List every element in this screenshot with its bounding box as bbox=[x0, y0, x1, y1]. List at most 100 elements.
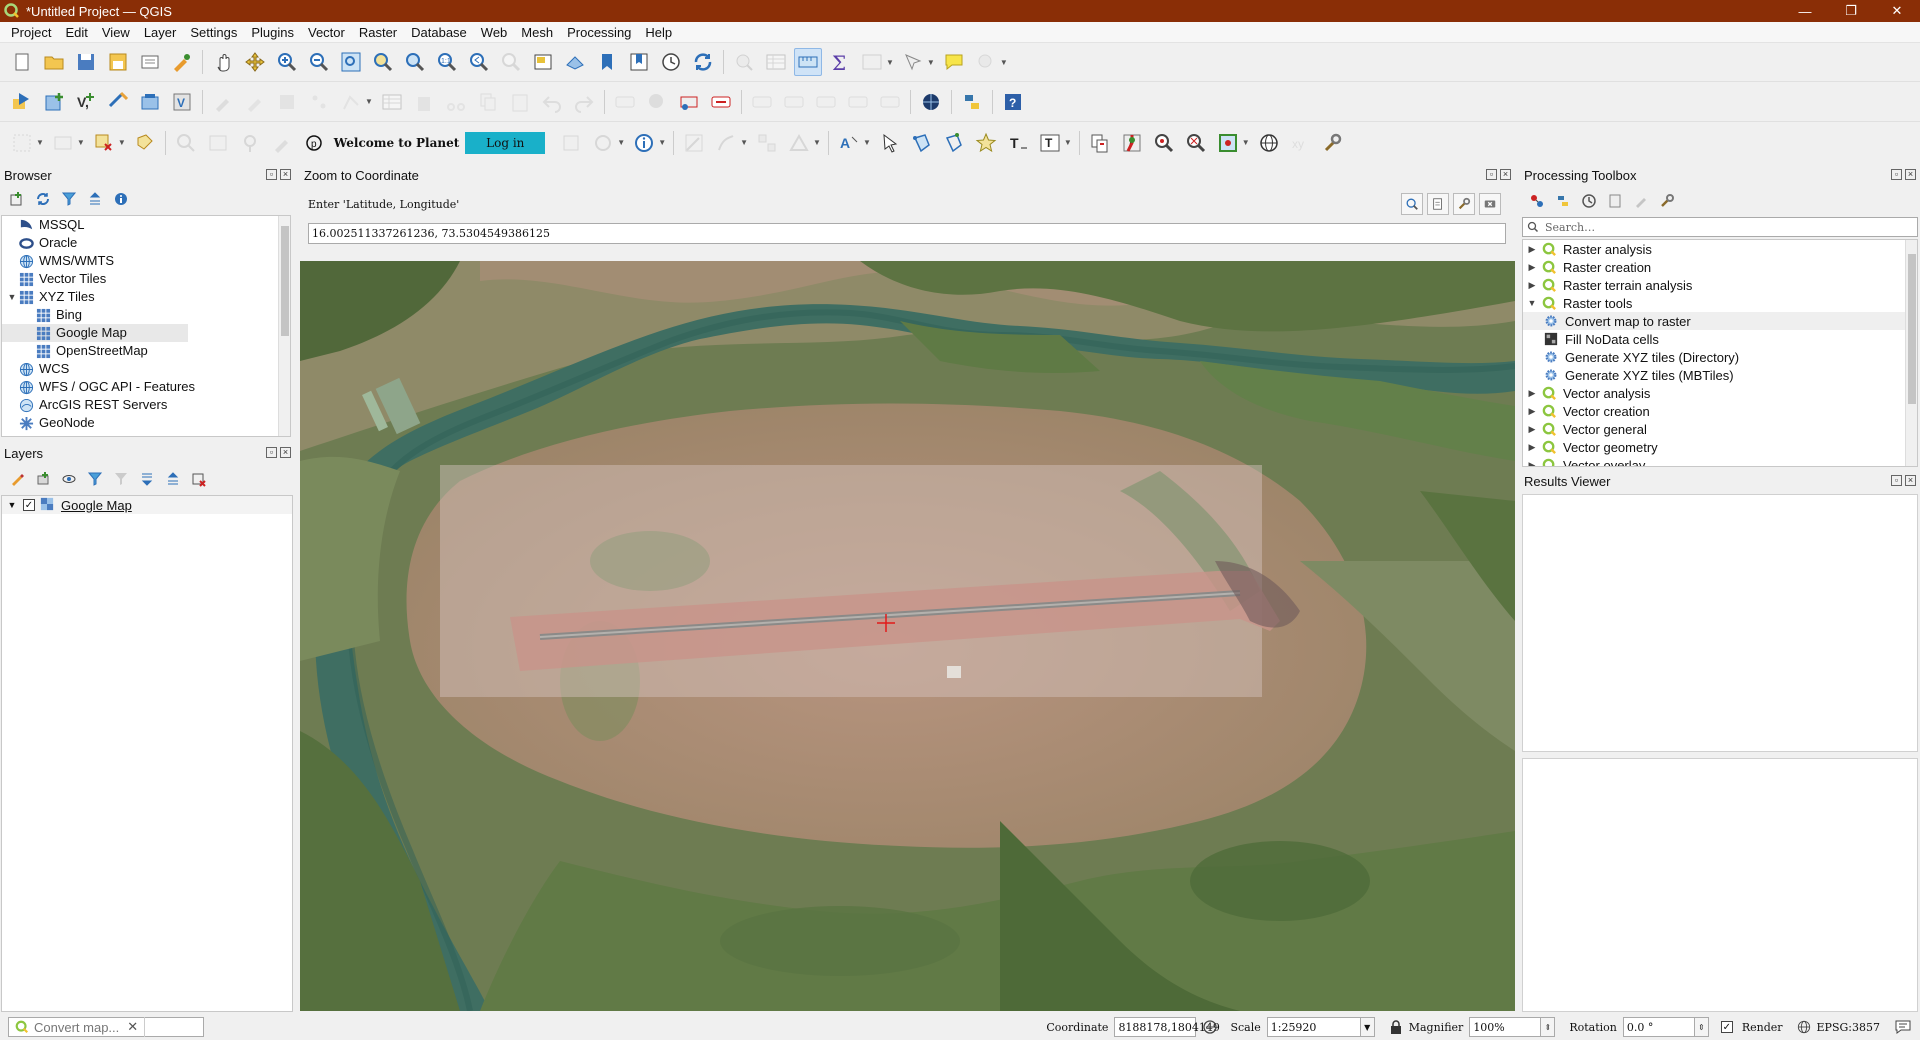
toggle-extents-icon[interactable] bbox=[1202, 1019, 1218, 1035]
magnifier-field[interactable]: 100% bbox=[1469, 1017, 1542, 1037]
toolbox-group-vector-overlay[interactable]: ▶ Vector overlay bbox=[1523, 456, 1917, 467]
toolbox-scrollbar[interactable] bbox=[1905, 240, 1917, 466]
chevron-down-icon[interactable]: ▼ bbox=[813, 138, 821, 147]
measure-button[interactable] bbox=[794, 48, 822, 76]
locate-button[interactable] bbox=[236, 129, 264, 157]
layer-name[interactable]: Google Map bbox=[61, 498, 132, 513]
toolbox-search-input[interactable]: Search… bbox=[1522, 217, 1918, 237]
menu-vector[interactable]: Vector bbox=[301, 22, 352, 43]
map-layout-button[interactable] bbox=[204, 129, 232, 157]
pan-to-selection-button[interactable] bbox=[241, 48, 269, 76]
offset-curve-button[interactable] bbox=[712, 129, 740, 157]
menu-edit[interactable]: Edit bbox=[58, 22, 94, 43]
menu-view[interactable]: View bbox=[95, 22, 137, 43]
paste-button[interactable] bbox=[506, 88, 534, 116]
float-panel-icon[interactable]: ▫ bbox=[1891, 475, 1902, 486]
expand-arrow-icon[interactable]: ▼ bbox=[6, 500, 18, 510]
layer-row-google-map[interactable]: ▼ ✓ Google Map bbox=[2, 496, 292, 514]
label-button[interactable] bbox=[780, 88, 808, 116]
toolbox-group-vector-analysis[interactable]: ▶ Vector analysis bbox=[1523, 384, 1917, 402]
circle-button[interactable] bbox=[589, 129, 617, 157]
bookmark-button[interactable] bbox=[593, 48, 621, 76]
float-panel-icon[interactable]: ▫ bbox=[1486, 169, 1497, 180]
chevron-down-icon[interactable]: ▼ bbox=[36, 138, 44, 147]
add-polygon-button[interactable] bbox=[908, 129, 936, 157]
close-button[interactable]: ✕ bbox=[1874, 0, 1920, 22]
annotation-button[interactable] bbox=[858, 48, 886, 76]
expand-arrow-icon[interactable]: ▶ bbox=[1523, 406, 1541, 417]
menu-raster[interactable]: Raster bbox=[352, 22, 404, 43]
select-by-value-button[interactable] bbox=[49, 129, 77, 157]
lock-scale-icon[interactable] bbox=[1389, 1019, 1403, 1035]
chevron-down-icon[interactable]: ▼ bbox=[927, 58, 935, 67]
select-arrow-button[interactable] bbox=[876, 129, 904, 157]
toolbox-algorithm-fill-nodata-cells[interactable]: Fill NoData cells bbox=[1523, 330, 1917, 348]
crs-label[interactable]: EPSG:3857 bbox=[1817, 1021, 1880, 1034]
browser-item-arcgis-rest-servers[interactable]: ArcGIS REST Servers bbox=[2, 396, 290, 414]
new-map-view-button[interactable] bbox=[529, 48, 557, 76]
chevron-down-icon[interactable]: ▼ bbox=[617, 138, 625, 147]
zoom-last-button[interactable] bbox=[465, 48, 493, 76]
zoom-selection-button[interactable] bbox=[369, 48, 397, 76]
chevron-down-icon[interactable]: ▼ bbox=[77, 138, 85, 147]
style-manager-button[interactable] bbox=[168, 48, 196, 76]
locator-chip[interactable]: Convert map... ✕ bbox=[9, 1017, 146, 1037]
toolbox-group-raster-analysis[interactable]: ▶ Raster analysis bbox=[1523, 240, 1917, 258]
refresh-button[interactable] bbox=[689, 48, 717, 76]
crs-globe-icon[interactable] bbox=[1797, 1020, 1811, 1034]
undo-button[interactable] bbox=[538, 88, 566, 116]
restore-button[interactable]: ❐ bbox=[1828, 0, 1874, 22]
deselect-button[interactable] bbox=[90, 129, 118, 157]
label-button[interactable] bbox=[748, 88, 776, 116]
info-button[interactable] bbox=[630, 129, 658, 157]
digitize-button[interactable] bbox=[209, 88, 237, 116]
float-panel-icon[interactable]: ▫ bbox=[1891, 169, 1902, 180]
browser-item-vector-tiles[interactable]: Vector Tiles bbox=[2, 270, 290, 288]
toolbox-group-raster-terrain-analysis[interactable]: ▶ Raster terrain analysis bbox=[1523, 276, 1917, 294]
wrench-button[interactable] bbox=[1319, 129, 1347, 157]
remove-layer-icon[interactable] bbox=[188, 468, 210, 490]
planet-logo-button[interactable]: p bbox=[300, 129, 328, 157]
vertex-tool-button[interactable] bbox=[337, 88, 365, 116]
expand-arrow-icon[interactable]: ▶ bbox=[1523, 244, 1541, 255]
label-button[interactable] bbox=[611, 88, 639, 116]
rotation-spin-icon[interactable]: ⇕ bbox=[1694, 1017, 1709, 1037]
toolbox-group-raster-tools[interactable]: ▼ Raster tools bbox=[1523, 294, 1917, 312]
zoom-features-button[interactable] bbox=[1182, 129, 1210, 157]
attribute-table-button[interactable] bbox=[378, 88, 406, 116]
chevron-down-icon[interactable]: ▼ bbox=[1242, 138, 1250, 147]
identify-button[interactable] bbox=[730, 48, 758, 76]
expand-arrow-icon[interactable]: ▼ bbox=[1523, 298, 1541, 308]
dim-xy-button[interactable]: xy bbox=[1287, 129, 1315, 157]
sphere-button[interactable] bbox=[1255, 129, 1283, 157]
capture-point-button[interactable] bbox=[1118, 129, 1146, 157]
scale-field[interactable]: 1:25920 bbox=[1266, 1017, 1361, 1037]
map-canvas[interactable] bbox=[300, 261, 1515, 1011]
menu-processing[interactable]: Processing bbox=[560, 22, 638, 43]
expand-arrow-icon[interactable]: ▶ bbox=[1523, 280, 1541, 291]
statistics-button[interactable]: Σ bbox=[826, 48, 854, 76]
toolbox-algorithm-generate-xyz-tiles-mbtiles[interactable]: Generate XYZ tiles (MBTiles) bbox=[1523, 366, 1917, 384]
expand-arrow-icon[interactable]: ▶ bbox=[1523, 460, 1541, 467]
zoom-native-button[interactable]: 1:1 bbox=[433, 48, 461, 76]
coordinate-input[interactable]: 16.002511337261236, 73.5304549386125 bbox=[308, 223, 1506, 244]
add-wms-button[interactable] bbox=[104, 88, 132, 116]
zoom-out-button[interactable] bbox=[305, 48, 333, 76]
copy-button[interactable] bbox=[474, 88, 502, 116]
chevron-down-icon[interactable]: ▼ bbox=[740, 138, 748, 147]
scale-dropdown-icon[interactable]: ▼ bbox=[1360, 1017, 1375, 1037]
menu-mesh[interactable]: Mesh bbox=[514, 22, 560, 43]
expand-arrow-icon[interactable]: ▶ bbox=[1523, 388, 1541, 399]
filter-legend-icon[interactable] bbox=[84, 468, 106, 490]
browser-item-google-map[interactable]: Google Map bbox=[2, 324, 188, 342]
browser-item-mssql[interactable]: MSSQL bbox=[2, 216, 290, 234]
clear-icon[interactable] bbox=[1479, 193, 1501, 215]
close-panel-icon[interactable]: × bbox=[1905, 475, 1916, 486]
browser-item-openstreetmap[interactable]: OpenStreetMap bbox=[2, 342, 290, 360]
copy-icon[interactable] bbox=[1427, 193, 1449, 215]
browser-item-xyz-tiles[interactable]: ▼ XYZ Tiles bbox=[2, 288, 290, 306]
zoom-full-button[interactable] bbox=[337, 48, 365, 76]
expand-arrow-icon[interactable]: ▼ bbox=[6, 288, 18, 306]
close-panel-icon[interactable]: × bbox=[1905, 169, 1916, 180]
map-tips-button[interactable] bbox=[940, 48, 968, 76]
